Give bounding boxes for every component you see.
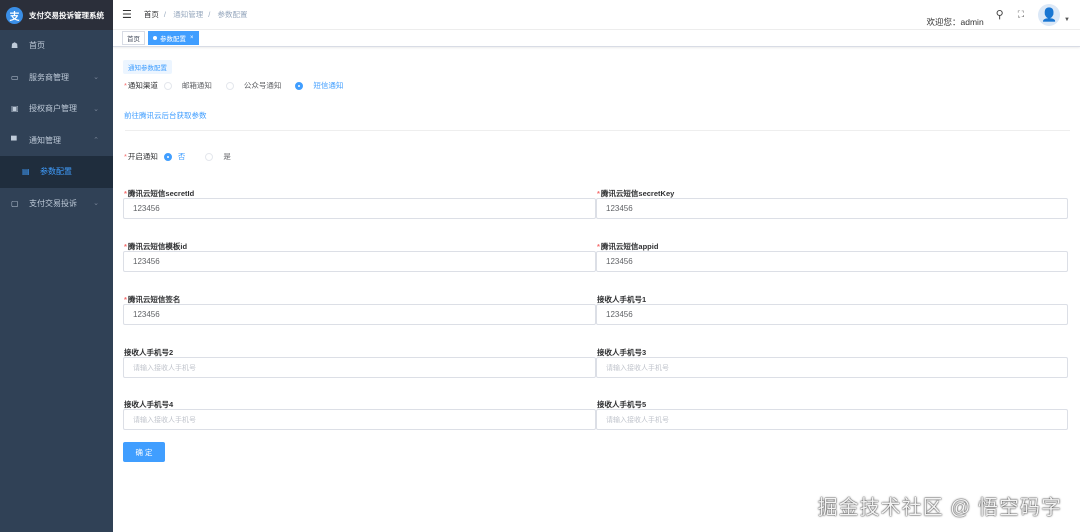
- tag-param-config[interactable]: 参数配置 ×: [148, 31, 199, 45]
- sidebar-item-3[interactable]: ▀ 通知管理 ⌃: [0, 125, 113, 157]
- sidebar-item-1[interactable]: ▭ 服务商管理 ⌄: [0, 62, 113, 94]
- sidebar-item-4[interactable]: ▤ 参数配置: [0, 156, 113, 188]
- enable-radio-group: *开启通知 否 是: [124, 151, 231, 162]
- tag-home[interactable]: 首页: [122, 31, 145, 45]
- field-input-8[interactable]: 请输入接收人手机号: [596, 357, 1068, 378]
- confirm-button[interactable]: 确 定: [123, 442, 165, 462]
- field-input-2[interactable]: 123456: [596, 198, 1068, 219]
- sidebar-item-5[interactable]: ▢ 支付交易投诉 ⌄: [0, 188, 113, 220]
- hamburger-icon[interactable]: ☰: [122, 8, 132, 21]
- radio-wechat[interactable]: 公众号通知: [225, 80, 281, 91]
- field-input-7[interactable]: 请输入接收人手机号: [123, 357, 596, 378]
- merchant-icon: ▣: [11, 104, 19, 114]
- chevron-icon: ⌃: [93, 137, 99, 145]
- main-content: 通知参数配置 *通知渠道 邮箱通知 公众号通知 短信通知 前往腾讯云后台获取参数…: [113, 48, 1080, 532]
- message-icon: ▀: [11, 135, 17, 145]
- chevron-icon: ⌄: [93, 200, 99, 208]
- app-logo[interactable]: 支 支付交易投诉管理系统: [0, 0, 113, 30]
- watermark: 掘金技术社区 @ 悟空码字: [817, 497, 1062, 519]
- breadcrumb: 首页 / 通知管理 / 参数配置: [143, 10, 248, 19]
- sidebar-item-label: 首页: [29, 41, 45, 51]
- close-icon[interactable]: ×: [190, 35, 194, 41]
- field-input-3[interactable]: 123456: [123, 251, 596, 272]
- welcome-text: 欢迎您：admin: [926, 17, 984, 27]
- tag-label: 参数配置: [160, 36, 186, 43]
- tag-label: 首页: [127, 36, 140, 43]
- sidebar-item-label: 支付交易投诉: [29, 198, 77, 208]
- field-input-6[interactable]: 123456: [596, 304, 1068, 325]
- radio-email[interactable]: 邮箱通知: [163, 80, 212, 91]
- logo-icon: 支: [6, 6, 23, 24]
- tags-view: 首页 参数配置 ×: [113, 30, 1080, 47]
- chevron-icon: ⌄: [93, 105, 99, 113]
- sidebar-item-label: 授权商户管理: [29, 104, 77, 114]
- sidebar-item-0[interactable]: ☗ 首页: [0, 30, 113, 62]
- breadcrumb-current: 参数配置: [217, 10, 248, 19]
- dashboard-icon: ☗: [11, 41, 19, 51]
- app-title: 支付交易投诉管理系统: [29, 10, 104, 20]
- sidebar-item-label: 服务商管理: [29, 72, 69, 82]
- search-icon[interactable]: ⚲: [996, 8, 1004, 21]
- field-input-4[interactable]: 123456: [596, 251, 1068, 272]
- field-input-10[interactable]: 请输入接收人手机号: [596, 409, 1068, 430]
- breadcrumb-notify: 通知管理: [173, 10, 204, 19]
- field-input-5[interactable]: 123456: [123, 304, 596, 325]
- radio-sms[interactable]: 短信通知: [295, 80, 343, 91]
- avatar[interactable]: 👤: [1038, 4, 1061, 26]
- radio-no[interactable]: 否: [163, 151, 185, 162]
- navbar: ☰ 首页 / 通知管理 / 参数配置 欢迎您：admin ⚲ ⛶ 👤 ▼: [113, 0, 1080, 30]
- chevron-icon: ⌄: [93, 74, 99, 82]
- tencent-cloud-link[interactable]: 前往腾讯云后台获取参数: [124, 110, 207, 121]
- sidebar-item-2[interactable]: ▣ 授权商户管理 ⌄: [0, 93, 113, 125]
- section-tag: 通知参数配置: [123, 60, 172, 74]
- field-input-1[interactable]: 123456: [123, 198, 596, 219]
- field-input-9[interactable]: 请输入接收人手机号: [123, 409, 596, 430]
- caret-down-icon[interactable]: ▼: [1064, 17, 1070, 23]
- sidebar-item-label: 参数配置: [40, 167, 72, 177]
- breadcrumb-home[interactable]: 首页: [144, 10, 159, 19]
- sidebar: 支 支付交易投诉管理系统 ☗ 首页 ▭ 服务商管理 ⌄ ▣ 授权商户管理 ⌄ ▀ 通知管理 ⌃ ▤ 参数…: [0, 0, 113, 532]
- divider: [125, 130, 1070, 131]
- sidebar-item-label: 通知管理: [29, 135, 61, 145]
- channel-label: 通知渠道: [127, 81, 158, 90]
- document-icon: ▤: [22, 167, 30, 177]
- channel-radio-group: *通知渠道 邮箱通知 公众号通知 短信通知: [124, 80, 344, 91]
- active-dot-icon: [153, 36, 157, 40]
- enable-label: 开启通知: [127, 152, 158, 161]
- monitor-icon: ▢: [11, 198, 19, 208]
- server-icon: ▭: [11, 72, 19, 82]
- fullscreen-icon[interactable]: ⛶: [1018, 9, 1024, 20]
- radio-yes[interactable]: 是: [205, 151, 231, 162]
